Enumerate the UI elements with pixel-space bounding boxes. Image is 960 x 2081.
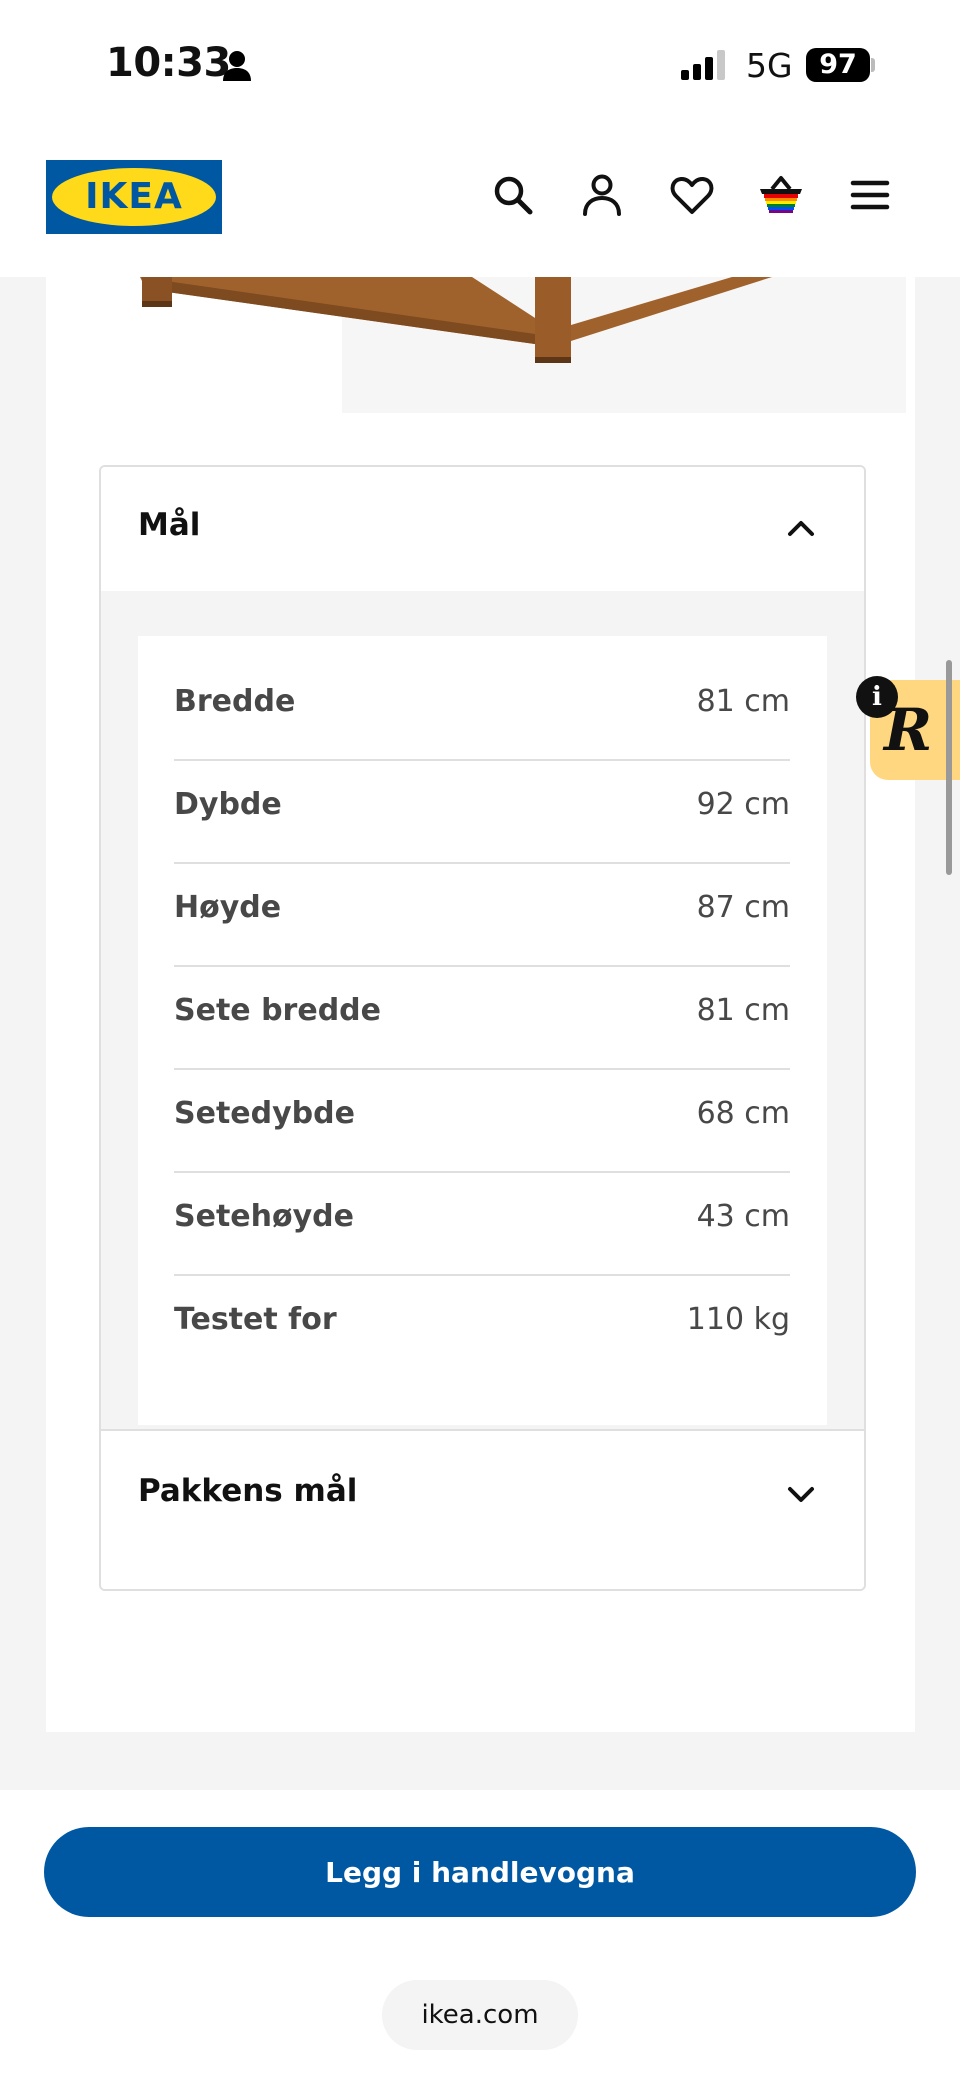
heart-icon[interactable] <box>669 172 715 218</box>
site-header: IKEA <box>0 130 960 277</box>
chevron-up-icon[interactable] <box>784 511 818 545</box>
menu-icon[interactable] <box>847 172 893 218</box>
dimension-row-depth: Dybde 92 cm <box>174 759 790 864</box>
dimension-value: 68 cm <box>696 1096 790 1131</box>
dimension-row-height: Høyde 87 cm <box>174 862 790 967</box>
package-title: Pakkens mål <box>138 1473 358 1509</box>
footer-bar: Legg i handlevogna ikea.com <box>0 1790 960 2081</box>
network-label: 5G <box>746 46 793 85</box>
basket-icon[interactable] <box>758 172 804 218</box>
add-to-cart-button[interactable]: Legg i handlevogna <box>44 1827 916 1917</box>
dimensions-table: Bredde 81 cm Dybde 92 cm Høyde 87 cm Set… <box>138 636 827 1425</box>
battery-indicator: 97 <box>806 48 870 82</box>
dimension-label: Dybde <box>174 787 282 822</box>
dimensions-accordion: Mål Bredde 81 cm Dybde 92 cm Høyde 87 cm <box>99 465 866 1591</box>
scrollbar[interactable] <box>946 660 952 875</box>
dimension-value: 92 cm <box>696 787 790 822</box>
info-icon[interactable]: i <box>856 676 898 718</box>
product-card: Mål Bredde 81 cm Dybde 92 cm Høyde 87 cm <box>46 277 915 1732</box>
dimension-value: 43 cm <box>696 1199 790 1234</box>
dimensions-accordion-header[interactable]: Mål <box>101 467 864 591</box>
search-icon[interactable] <box>490 172 536 218</box>
person-icon <box>223 51 251 81</box>
logo-text: IKEA <box>85 176 183 217</box>
browser-url-pill[interactable]: ikea.com <box>382 1980 578 2050</box>
dimensions-title: Mål <box>138 507 201 543</box>
dimension-value: 81 cm <box>696 993 790 1028</box>
dimension-label: Høyde <box>174 890 282 925</box>
status-time: 10:33 <box>106 40 231 86</box>
dimension-label: Sete bredde <box>174 993 381 1028</box>
battery-tip <box>871 58 875 72</box>
dimension-value: 110 kg <box>686 1302 790 1337</box>
dimension-label: Bredde <box>174 684 296 719</box>
status-bar: 10:33 5G 97 <box>0 0 960 130</box>
dimension-row-seat-depth: Setedybde 68 cm <box>174 1068 790 1173</box>
product-image[interactable] <box>112 277 906 413</box>
dimension-label: Setehøyde <box>174 1199 354 1234</box>
dimension-row-tested-for: Testet for 110 kg <box>174 1274 790 1377</box>
dimensions-body: Bredde 81 cm Dybde 92 cm Høyde 87 cm Set… <box>101 591 864 1429</box>
dimension-label: Testet for <box>174 1302 337 1337</box>
chevron-down-icon[interactable] <box>784 1477 818 1511</box>
dimension-row-seat-height: Setehøyde 43 cm <box>174 1171 790 1276</box>
profile-icon[interactable] <box>579 172 625 218</box>
dimension-row-seat-width: Sete bredde 81 cm <box>174 965 790 1070</box>
dimension-value: 81 cm <box>696 684 790 719</box>
package-accordion-header[interactable]: Pakkens mål <box>101 1429 864 1589</box>
dimension-value: 87 cm <box>696 890 790 925</box>
ikea-logo[interactable]: IKEA <box>46 160 222 234</box>
dimension-row-width: Bredde 81 cm <box>174 656 790 761</box>
dimension-label: Setedybde <box>174 1096 355 1131</box>
signal-icon <box>681 50 725 80</box>
